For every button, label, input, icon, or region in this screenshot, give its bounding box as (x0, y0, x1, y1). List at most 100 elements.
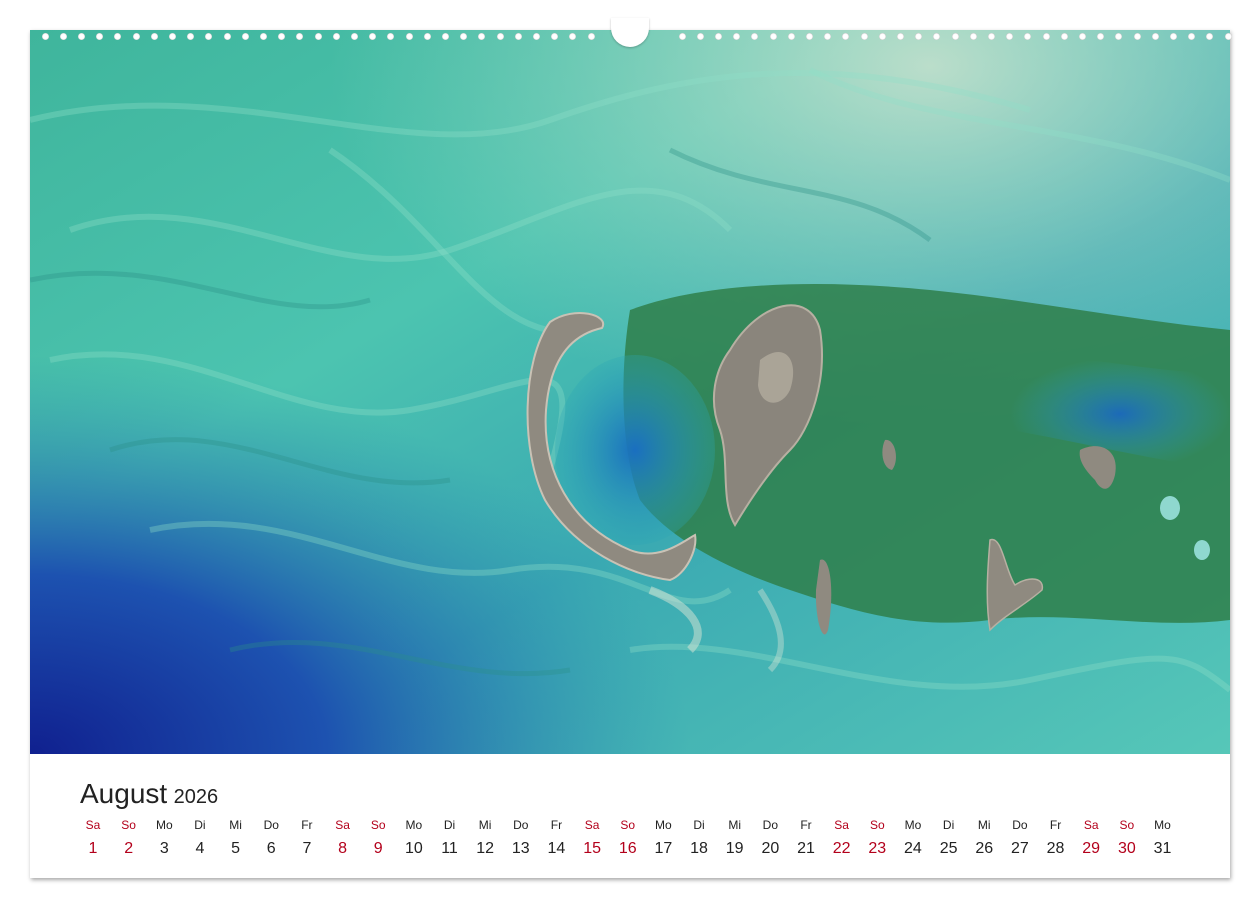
weekday-label: Mo (155, 818, 173, 832)
binding-hole (296, 33, 304, 40)
binding-hole (77, 33, 85, 40)
day-number: 4 (195, 840, 205, 857)
weekday-label: So (869, 818, 885, 832)
weekday-label: Sa (584, 818, 600, 832)
weekday-label: Sa (335, 818, 350, 832)
day-number: 9 (373, 840, 383, 857)
calendar-page: August 2026 Sa So Mo Di Mi Do Fr Sa So Mo Di Mi Do Fr… (30, 18, 1232, 878)
weekday-label: Mi (977, 818, 991, 832)
day-number: 19 (725, 840, 744, 857)
weekday-row: Sa So Mo Di Mi Do Fr Sa So Mo Di Mi Do Fr Sa So Mo Di Mi Do… (30, 818, 1230, 838)
weekday-label: Fr (301, 818, 313, 832)
day-number: 8 (338, 840, 347, 857)
binding-hole (41, 33, 49, 40)
binding-hole (187, 33, 195, 40)
day-number: 26 (975, 840, 994, 857)
day-number: 21 (797, 840, 815, 857)
binding-hole (1024, 33, 1032, 40)
day-number: 1 (88, 840, 98, 857)
binding-hole (915, 33, 923, 40)
binding-hole (168, 33, 176, 40)
day-number: 17 (654, 840, 673, 857)
binding-hole (969, 33, 977, 40)
weekday-label: Mi (728, 818, 742, 832)
weekday-label: So (1119, 818, 1135, 832)
weekday-label: Di (194, 818, 206, 832)
binding-hole (824, 33, 832, 40)
binding-hole (696, 33, 704, 40)
day-number: 22 (832, 840, 851, 857)
month-name: August (80, 778, 168, 809)
day-number: 11 (441, 840, 458, 857)
binding-hole (150, 33, 158, 40)
binding-hole (1151, 33, 1159, 40)
month-title: August 2026 (80, 778, 218, 810)
day-number: 29 (1082, 840, 1101, 857)
binding-hole (259, 33, 267, 40)
day-number: 23 (868, 840, 887, 857)
binding-hole (350, 33, 358, 40)
binding-hole (387, 33, 395, 40)
day-number: 16 (618, 840, 637, 857)
binding-hole (1169, 33, 1177, 40)
day-number: 3 (159, 840, 169, 857)
binding-hole (569, 33, 577, 40)
weekday-label: Sa (834, 818, 849, 832)
binding-hole (1224, 33, 1232, 40)
binding-hole (1097, 33, 1105, 40)
day-number: 2 (124, 840, 134, 857)
binding-hole (769, 33, 777, 40)
binding-hole (933, 33, 941, 40)
binding-hole (478, 33, 486, 40)
day-number: 14 (547, 840, 566, 857)
binding-hole (369, 33, 377, 40)
day-number: 28 (1046, 840, 1065, 857)
weekday-label: So (620, 818, 636, 832)
binding-hole (423, 33, 431, 40)
weekday-label: Di (942, 818, 955, 832)
weekday-label: So (370, 818, 386, 832)
day-number: 10 (404, 840, 423, 857)
binding-hole (805, 33, 813, 40)
day-number: 7 (302, 840, 312, 857)
binding-hole (787, 33, 795, 40)
binding-hole (733, 33, 741, 40)
binding-hole (59, 33, 67, 40)
day-number: 15 (583, 840, 601, 857)
binding-hole (223, 33, 231, 40)
day-number: 30 (1117, 840, 1136, 857)
binding-hole (896, 33, 904, 40)
binding-hole (951, 33, 959, 40)
day-number-row: 1 2 3 4 5 6 7 8 9 10 11 12 13 14 15 16 17 18 19 20 21 22 23 24 2… (30, 840, 1230, 860)
weekday-label: Fr (550, 818, 563, 832)
day-number: 20 (761, 840, 780, 857)
weekday-label: Di (443, 818, 456, 832)
binding-hole (532, 33, 540, 40)
weekday-label: Mo (904, 818, 922, 832)
binding-hole (496, 33, 504, 40)
binding-hole (714, 33, 722, 40)
binding-hole (751, 33, 759, 40)
binding-hole (842, 33, 850, 40)
satellite-photo (30, 30, 1230, 754)
weekday-label: Mi (229, 818, 242, 832)
day-number: 25 (939, 840, 958, 857)
binding-hole (314, 33, 322, 40)
binding-hole (96, 33, 104, 40)
day-number: 12 (476, 840, 495, 857)
weekday-label: Sa (85, 818, 101, 832)
day-number: 24 (904, 840, 922, 857)
day-number: 18 (690, 840, 708, 857)
weekday-label: Mo (655, 818, 672, 832)
weekday-label: Fr (1049, 818, 1062, 832)
binding-hole (860, 33, 868, 40)
binding-hole (1133, 33, 1141, 40)
day-number: 27 (1010, 840, 1029, 857)
weekday-label: So (121, 818, 136, 832)
binding-hole (987, 33, 995, 40)
month-year: 2026 (173, 786, 219, 808)
binding-hole (551, 33, 559, 40)
binding-hole (1206, 33, 1214, 40)
day-number: 5 (231, 840, 241, 857)
binding-hole (460, 33, 468, 40)
